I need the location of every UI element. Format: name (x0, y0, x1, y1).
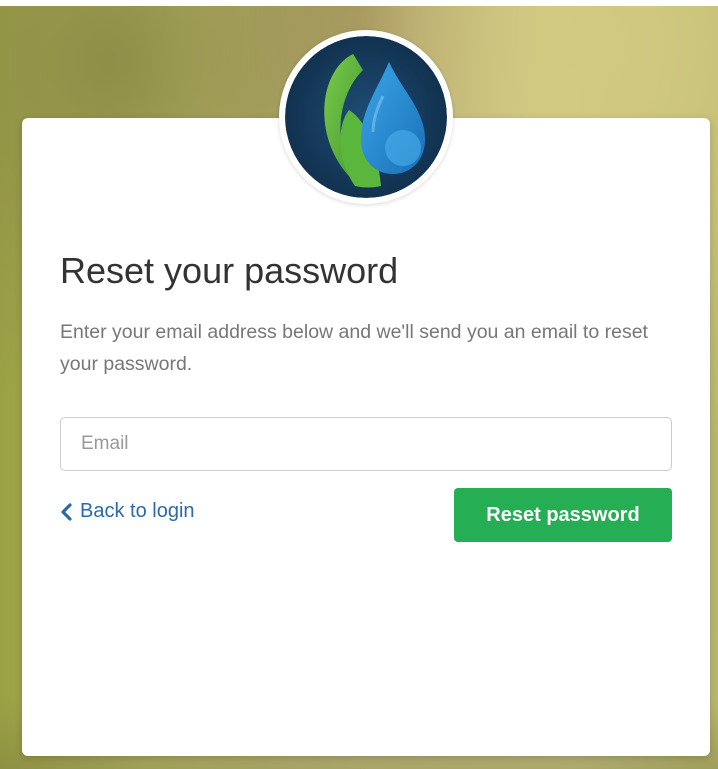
logo-badge (279, 30, 453, 204)
chevron-left-icon (61, 502, 72, 521)
reset-password-button[interactable]: Reset password (454, 488, 672, 542)
back-to-login-link[interactable]: Back to login (60, 500, 195, 523)
back-to-login-label: Back to login (80, 500, 195, 522)
instructions-text: Enter your email address below and we'll… (60, 321, 648, 375)
page-title: Reset your password (60, 250, 399, 291)
water-drop-leaf-logo (285, 36, 447, 198)
top-edge (0, 0, 718, 6)
email-input[interactable] (60, 417, 672, 471)
